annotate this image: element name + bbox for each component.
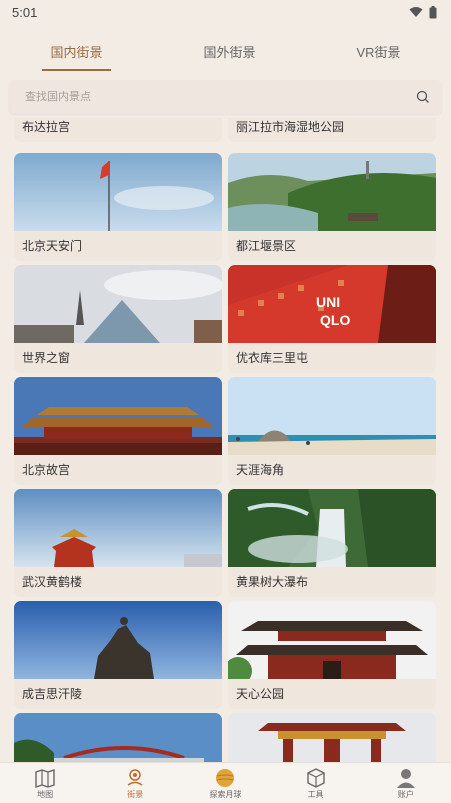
scenic-card[interactable]: 北京故宫 — [14, 377, 222, 485]
nav-label: 街景 — [127, 789, 144, 799]
nav-tools[interactable]: 工具 — [286, 767, 346, 800]
scenic-card[interactable]: 天涯海角 — [228, 377, 436, 485]
card-label: 武汉黄鹤楼 — [14, 567, 222, 597]
card-label: 都江堰景区 — [228, 231, 436, 261]
svg-text:UNI: UNI — [316, 294, 340, 310]
scenic-card[interactable]: 天心公园 — [228, 601, 436, 709]
tab-foreign[interactable]: 国外街景 — [193, 34, 265, 69]
user-icon — [396, 768, 415, 788]
scenic-card[interactable]: 成吉思汗陵 — [14, 601, 222, 709]
search-bar — [9, 80, 442, 114]
scenic-grid: 布达拉宫 丽江拉市海湿地公园 北京天安门 都江堰景区 世界之窗 UNI QLO … — [14, 118, 437, 762]
scenic-card[interactable]: 武汉黄鹤楼 — [14, 489, 222, 597]
map-icon — [35, 768, 55, 788]
card-label: 天涯海角 — [228, 455, 436, 485]
card-image — [14, 377, 222, 455]
status-time: 5:01 — [12, 4, 38, 20]
card-image — [14, 153, 222, 231]
scenic-card[interactable]: 布达拉宫 — [14, 118, 222, 142]
card-label: 世界之窗 — [14, 343, 222, 373]
bottom-nav: 地图 街景 探索月球 工具 账户 — [0, 762, 451, 803]
card-image — [228, 377, 436, 455]
scenic-card[interactable]: 北京天安门 — [14, 153, 222, 261]
card-label: 丽江拉市海湿地公园 — [228, 118, 436, 142]
card-image — [228, 153, 436, 231]
nav-moon[interactable]: 探索月球 — [195, 767, 255, 800]
status-bar: 5:01 — [0, 0, 451, 24]
scenic-card[interactable]: 黄果树大瀑布 — [228, 489, 436, 597]
nav-label: 地图 — [37, 789, 54, 799]
street-view-icon — [127, 768, 143, 786]
moon-icon — [216, 768, 235, 787]
card-image — [228, 713, 436, 762]
battery-icon — [429, 5, 437, 18]
card-label: 黄果树大瀑布 — [228, 567, 436, 597]
scenic-card[interactable]: UNI QLO 优衣库三里屯 — [228, 265, 436, 373]
card-image — [228, 601, 436, 679]
scenic-card[interactable]: 世界之窗 — [14, 265, 222, 373]
card-label: 布达拉宫 — [14, 118, 222, 142]
card-image — [14, 265, 222, 343]
card-image — [14, 601, 222, 679]
scenic-card[interactable]: 都江堰景区 — [228, 153, 436, 261]
wifi-icon — [409, 7, 423, 17]
tab-domestic[interactable]: 国内街景 — [40, 34, 112, 71]
card-label: 天心公园 — [228, 679, 436, 709]
card-label: 北京故宫 — [14, 455, 222, 485]
card-label: 优衣库三里屯 — [228, 343, 436, 373]
nav-account[interactable]: 账户 — [376, 767, 436, 800]
tab-bar: 国内街景 国外街景 VR街景 — [0, 30, 451, 72]
scenic-card[interactable] — [228, 713, 436, 762]
nav-label: 账户 — [397, 789, 414, 799]
card-image — [228, 489, 436, 567]
scenic-card[interactable] — [14, 713, 222, 762]
card-image — [14, 713, 222, 762]
nav-label: 工具 — [307, 789, 324, 799]
nav-map[interactable]: 地图 — [15, 767, 75, 800]
tab-vr[interactable]: VR街景 — [346, 34, 410, 69]
nav-street-view[interactable]: 街景 — [105, 767, 165, 800]
scenic-card[interactable]: 丽江拉市海湿地公园 — [228, 118, 436, 142]
status-icons — [409, 5, 437, 19]
card-image — [14, 489, 222, 567]
nav-label: 探索月球 — [209, 789, 242, 799]
svg-text:QLO: QLO — [320, 312, 350, 328]
card-label: 北京天安门 — [14, 231, 222, 261]
cube-icon — [306, 767, 325, 788]
search-icon[interactable] — [416, 90, 430, 104]
card-image: UNI QLO — [228, 265, 436, 343]
search-input[interactable] — [25, 91, 385, 103]
card-label: 成吉思汗陵 — [14, 679, 222, 709]
